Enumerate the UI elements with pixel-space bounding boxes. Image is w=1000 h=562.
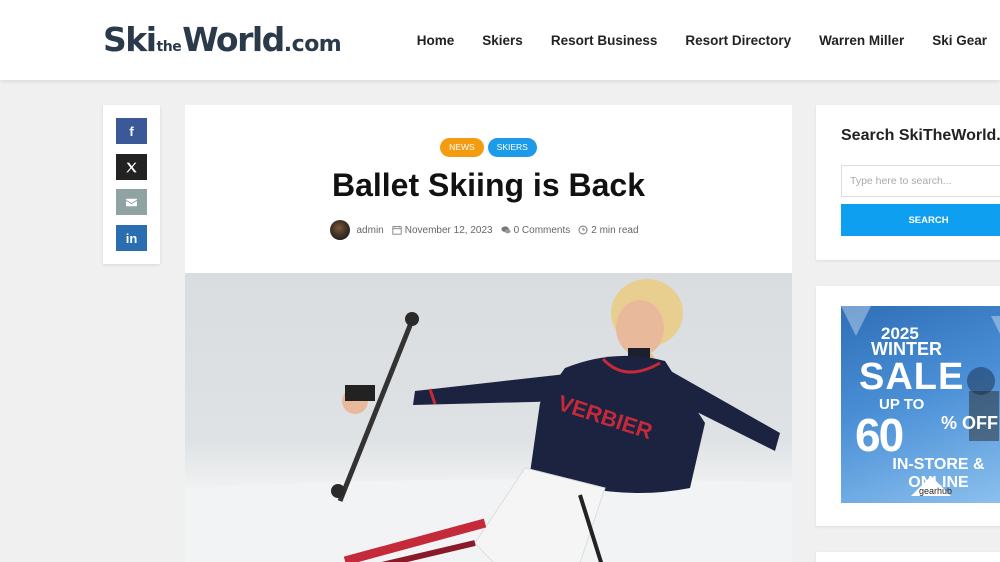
gearhub-logo: gearhub <box>919 486 953 496</box>
post-date-text: November 12, 2023 <box>404 224 493 236</box>
category-badge-skiers[interactable]: SKIERS <box>487 138 537 157</box>
site-logo[interactable]: Ski the World .com <box>103 20 342 60</box>
nav-ski-gear[interactable]: Ski Gear <box>932 33 987 48</box>
nav-resort-business[interactable]: Resort Business <box>551 33 658 48</box>
ad-widget: 2025 WINTER SALE UP TO 60 % OFF IN-STORE… <box>816 286 1000 526</box>
read-time: 2 min read <box>578 224 639 236</box>
sidebar-widget-next <box>816 552 1000 562</box>
nav-home[interactable]: Home <box>417 33 455 48</box>
email-icon <box>126 198 137 206</box>
author-avatar[interactable] <box>330 220 351 240</box>
search-widget: Search SkiTheWorld.c Type here to search… <box>816 105 1000 260</box>
facebook-share-button[interactable]: f <box>116 118 147 144</box>
article-title: Ballet Skiing is Back <box>331 167 645 203</box>
main-nav: Home Skiers Resort Business Resort Direc… <box>389 0 1000 80</box>
site-header: Ski the World .com Home Skiers Resort Bu… <box>0 0 1000 80</box>
logo-text-world: World <box>182 20 285 59</box>
search-widget-title: Search SkiTheWorld.c <box>841 127 1000 144</box>
x-icon <box>126 162 137 172</box>
article-meta: admin November 12, 2023 0 Comments 2 min… <box>185 220 792 240</box>
gearhub-sale-banner[interactable]: 2025 WINTER SALE UP TO 60 % OFF IN-STORE… <box>841 306 1000 503</box>
ad-sale: SALE <box>859 356 965 398</box>
nav-warren-miller[interactable]: Warren Miller <box>819 33 904 48</box>
comments-link[interactable]: 0 Comments <box>500 224 571 236</box>
category-badge-news[interactable]: NEWS <box>440 138 484 157</box>
share-box: f in <box>103 105 160 264</box>
facebook-icon: f <box>129 123 134 139</box>
nav-resort-directory[interactable]: Resort Directory <box>685 33 791 48</box>
logo-text-the: the <box>156 39 182 55</box>
nav-skiers[interactable]: Skiers <box>482 33 523 48</box>
post-date: November 12, 2023 <box>392 225 493 236</box>
article-card: NEWS SKIERS Ballet Skiing is Back admin … <box>185 105 792 562</box>
search-input[interactable]: Type here to search... <box>841 165 1000 197</box>
ad-off: % OFF <box>941 413 998 433</box>
comments-icon <box>500 226 511 234</box>
ad-percent: 60 <box>855 409 904 461</box>
logo-text-ski: Ski <box>103 20 157 59</box>
comments-count: 0 Comments <box>513 224 571 236</box>
linkedin-share-button[interactable]: in <box>116 225 147 251</box>
x-share-button[interactable] <box>116 154 147 180</box>
linkedin-icon: in <box>125 230 138 246</box>
clock-icon <box>578 225 588 235</box>
logo-text-com: .com <box>283 32 342 57</box>
read-time-text: 2 min read <box>591 224 639 236</box>
author-name[interactable]: admin <box>356 225 383 236</box>
featured-image: VERBIER <box>185 273 792 562</box>
email-share-button[interactable] <box>116 189 147 215</box>
search-button[interactable]: SEARCH <box>841 204 1000 236</box>
calendar-icon <box>392 225 402 235</box>
category-list: NEWS SKIERS <box>185 138 792 157</box>
ballet-skier-illustration: VERBIER <box>185 279 792 562</box>
